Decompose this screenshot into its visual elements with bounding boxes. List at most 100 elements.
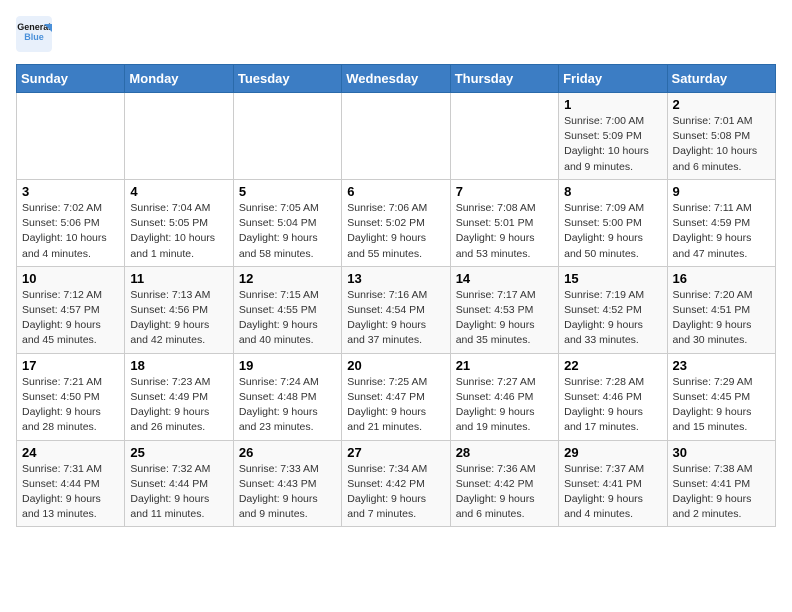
day-info: Sunrise: 7:11 AM Sunset: 4:59 PM Dayligh… bbox=[673, 201, 770, 262]
svg-text:Blue: Blue bbox=[24, 32, 44, 42]
day-number: 18 bbox=[130, 358, 227, 373]
weekday-header-row: SundayMondayTuesdayWednesdayThursdayFrid… bbox=[17, 65, 776, 93]
day-number: 2 bbox=[673, 97, 770, 112]
calendar-cell: 2 Sunrise: 7:01 AM Sunset: 5:08 PM Daylig… bbox=[667, 93, 775, 180]
calendar-cell: 13 Sunrise: 7:16 AM Sunset: 4:54 PM Dayli… bbox=[342, 266, 450, 353]
logo-icon: General Blue bbox=[16, 16, 52, 52]
svg-text:General: General bbox=[17, 22, 51, 32]
logo: General Blue bbox=[16, 16, 56, 52]
day-number: 22 bbox=[564, 358, 661, 373]
day-info: Sunrise: 7:01 AM Sunset: 5:08 PM Dayligh… bbox=[673, 114, 770, 175]
calendar-cell: 4 Sunrise: 7:04 AM Sunset: 5:05 PM Daylig… bbox=[125, 179, 233, 266]
day-info: Sunrise: 7:32 AM Sunset: 4:44 PM Dayligh… bbox=[130, 462, 227, 523]
calendar-week-5: 24 Sunrise: 7:31 AM Sunset: 4:44 PM Dayli… bbox=[17, 440, 776, 527]
calendar-cell: 3Sunrise: 7:02 AM Sunset: 5:06 PM Daylig… bbox=[17, 179, 125, 266]
calendar-cell bbox=[233, 93, 341, 180]
weekday-header-friday: Friday bbox=[559, 65, 667, 93]
calendar-week-4: 17 Sunrise: 7:21 AM Sunset: 4:50 PM Dayli… bbox=[17, 353, 776, 440]
calendar-cell: 26 Sunrise: 7:33 AM Sunset: 4:43 PM Dayli… bbox=[233, 440, 341, 527]
weekday-header-thursday: Thursday bbox=[450, 65, 558, 93]
day-number: 13 bbox=[347, 271, 444, 286]
day-number: 1 bbox=[564, 97, 661, 112]
calendar-cell: 18 Sunrise: 7:23 AM Sunset: 4:49 PM Dayli… bbox=[125, 353, 233, 440]
day-number: 27 bbox=[347, 445, 444, 460]
calendar-cell: 9 Sunrise: 7:11 AM Sunset: 4:59 PM Daylig… bbox=[667, 179, 775, 266]
calendar-cell bbox=[450, 93, 558, 180]
day-number: 8 bbox=[564, 184, 661, 199]
day-info: Sunrise: 7:31 AM Sunset: 4:44 PM Dayligh… bbox=[22, 462, 119, 523]
day-number: 23 bbox=[673, 358, 770, 373]
day-number: 7 bbox=[456, 184, 553, 199]
calendar-cell: 14 Sunrise: 7:17 AM Sunset: 4:53 PM Dayli… bbox=[450, 266, 558, 353]
calendar-cell: 20 Sunrise: 7:25 AM Sunset: 4:47 PM Dayli… bbox=[342, 353, 450, 440]
calendar-cell bbox=[125, 93, 233, 180]
day-info: Sunrise: 7:05 AM Sunset: 5:04 PM Dayligh… bbox=[239, 201, 336, 262]
day-info: Sunrise: 7:28 AM Sunset: 4:46 PM Dayligh… bbox=[564, 375, 661, 436]
day-info: Sunrise: 7:13 AM Sunset: 4:56 PM Dayligh… bbox=[130, 288, 227, 349]
day-info: Sunrise: 7:06 AM Sunset: 5:02 PM Dayligh… bbox=[347, 201, 444, 262]
day-number: 16 bbox=[673, 271, 770, 286]
day-number: 3 bbox=[22, 184, 119, 199]
calendar-cell: 11 Sunrise: 7:13 AM Sunset: 4:56 PM Dayli… bbox=[125, 266, 233, 353]
day-info: Sunrise: 7:34 AM Sunset: 4:42 PM Dayligh… bbox=[347, 462, 444, 523]
calendar-cell: 29Sunrise: 7:37 AM Sunset: 4:41 PM Dayli… bbox=[559, 440, 667, 527]
day-info: Sunrise: 7:09 AM Sunset: 5:00 PM Dayligh… bbox=[564, 201, 661, 262]
day-number: 25 bbox=[130, 445, 227, 460]
day-number: 10 bbox=[22, 271, 119, 286]
day-info: Sunrise: 7:33 AM Sunset: 4:43 PM Dayligh… bbox=[239, 462, 336, 523]
calendar-cell: 22 Sunrise: 7:28 AM Sunset: 4:46 PM Dayli… bbox=[559, 353, 667, 440]
day-info: Sunrise: 7:29 AM Sunset: 4:45 PM Dayligh… bbox=[673, 375, 770, 436]
weekday-header-saturday: Saturday bbox=[667, 65, 775, 93]
day-info: Sunrise: 7:36 AM Sunset: 4:42 PM Dayligh… bbox=[456, 462, 553, 523]
calendar-cell: 27 Sunrise: 7:34 AM Sunset: 4:42 PM Dayli… bbox=[342, 440, 450, 527]
day-number: 17 bbox=[22, 358, 119, 373]
calendar-table: SundayMondayTuesdayWednesdayThursdayFrid… bbox=[16, 64, 776, 527]
day-info: Sunrise: 7:16 AM Sunset: 4:54 PM Dayligh… bbox=[347, 288, 444, 349]
calendar-cell: 15 Sunrise: 7:19 AM Sunset: 4:52 PM Dayli… bbox=[559, 266, 667, 353]
day-number: 28 bbox=[456, 445, 553, 460]
day-number: 9 bbox=[673, 184, 770, 199]
weekday-header-monday: Monday bbox=[125, 65, 233, 93]
weekday-header-tuesday: Tuesday bbox=[233, 65, 341, 93]
day-number: 12 bbox=[239, 271, 336, 286]
day-info: Sunrise: 7:23 AM Sunset: 4:49 PM Dayligh… bbox=[130, 375, 227, 436]
day-info: Sunrise: 7:19 AM Sunset: 4:52 PM Dayligh… bbox=[564, 288, 661, 349]
day-number: 15 bbox=[564, 271, 661, 286]
calendar-cell: 19Sunrise: 7:24 AM Sunset: 4:48 PM Dayli… bbox=[233, 353, 341, 440]
calendar-cell: 7 Sunrise: 7:08 AM Sunset: 5:01 PM Daylig… bbox=[450, 179, 558, 266]
day-info: Sunrise: 7:00 AM Sunset: 5:09 PM Dayligh… bbox=[564, 114, 661, 175]
day-number: 24 bbox=[22, 445, 119, 460]
day-info: Sunrise: 7:17 AM Sunset: 4:53 PM Dayligh… bbox=[456, 288, 553, 349]
day-info: Sunrise: 7:20 AM Sunset: 4:51 PM Dayligh… bbox=[673, 288, 770, 349]
day-number: 4 bbox=[130, 184, 227, 199]
day-number: 30 bbox=[673, 445, 770, 460]
day-number: 20 bbox=[347, 358, 444, 373]
day-info: Sunrise: 7:12 AM Sunset: 4:57 PM Dayligh… bbox=[22, 288, 119, 349]
calendar-cell: 21Sunrise: 7:27 AM Sunset: 4:46 PM Dayli… bbox=[450, 353, 558, 440]
calendar-cell: 10 Sunrise: 7:12 AM Sunset: 4:57 PM Dayli… bbox=[17, 266, 125, 353]
day-info: Sunrise: 7:37 AM Sunset: 4:41 PM Dayligh… bbox=[564, 462, 661, 523]
calendar-cell bbox=[17, 93, 125, 180]
day-info: Sunrise: 7:24 AM Sunset: 4:48 PM Dayligh… bbox=[239, 375, 336, 436]
calendar-cell: 1 Sunrise: 7:00 AM Sunset: 5:09 PM Daylig… bbox=[559, 93, 667, 180]
calendar-cell: 5 Sunrise: 7:05 AM Sunset: 5:04 PM Daylig… bbox=[233, 179, 341, 266]
day-number: 26 bbox=[239, 445, 336, 460]
day-info: Sunrise: 7:08 AM Sunset: 5:01 PM Dayligh… bbox=[456, 201, 553, 262]
day-info: Sunrise: 7:21 AM Sunset: 4:50 PM Dayligh… bbox=[22, 375, 119, 436]
calendar-cell bbox=[342, 93, 450, 180]
calendar-cell: 28 Sunrise: 7:36 AM Sunset: 4:42 PM Dayli… bbox=[450, 440, 558, 527]
day-info: Sunrise: 7:15 AM Sunset: 4:55 PM Dayligh… bbox=[239, 288, 336, 349]
day-number: 11 bbox=[130, 271, 227, 286]
day-info: Sunrise: 7:38 AM Sunset: 4:41 PM Dayligh… bbox=[673, 462, 770, 523]
day-info: Sunrise: 7:25 AM Sunset: 4:47 PM Dayligh… bbox=[347, 375, 444, 436]
day-number: 5 bbox=[239, 184, 336, 199]
calendar-cell: 30 Sunrise: 7:38 AM Sunset: 4:41 PM Dayli… bbox=[667, 440, 775, 527]
calendar-cell: 24 Sunrise: 7:31 AM Sunset: 4:44 PM Dayli… bbox=[17, 440, 125, 527]
day-number: 6 bbox=[347, 184, 444, 199]
calendar-week-3: 10 Sunrise: 7:12 AM Sunset: 4:57 PM Dayli… bbox=[17, 266, 776, 353]
day-number: 14 bbox=[456, 271, 553, 286]
day-info: Sunrise: 7:27 AM Sunset: 4:46 PM Dayligh… bbox=[456, 375, 553, 436]
calendar-week-2: 3Sunrise: 7:02 AM Sunset: 5:06 PM Daylig… bbox=[17, 179, 776, 266]
day-info: Sunrise: 7:04 AM Sunset: 5:05 PM Dayligh… bbox=[130, 201, 227, 262]
weekday-header-wednesday: Wednesday bbox=[342, 65, 450, 93]
